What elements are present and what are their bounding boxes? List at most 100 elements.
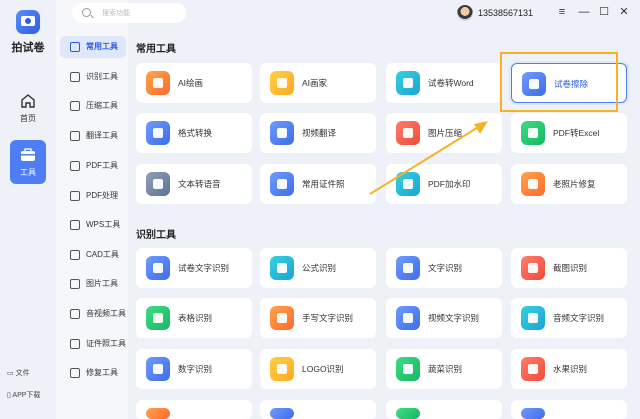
menu-item-pdf-tools[interactable]: PDF工具 [60, 155, 126, 177]
rail-footer-app-download[interactable]: ▯ APP下载 [7, 390, 40, 400]
tool-card-ai-artist[interactable]: AI画家 [260, 63, 376, 103]
maximize-button[interactable]: ☐ [598, 6, 610, 18]
tool-card-label: 手写文字识别 [302, 313, 354, 323]
tool-card-id-photo[interactable]: 常用证件照 [260, 164, 376, 204]
tool-card-label: LOGO识别 [302, 364, 344, 374]
tool-card-video-translate[interactable]: 视频翻译 [260, 113, 376, 153]
menu-item-label: PDF处理 [86, 191, 118, 200]
search-placeholder: 搜索功能 [102, 10, 130, 17]
layers-icon [70, 42, 80, 52]
tool-card-text-to-speech[interactable]: 文本转语音 [136, 164, 252, 204]
tool-card-fruit-ocr[interactable]: 水果识别 [511, 349, 627, 389]
tool-card-old-photo-repair[interactable]: 老照片修复 [511, 164, 627, 204]
section-title-recognition: 识别工具 [136, 230, 176, 241]
tool-card-label: 格式转换 [178, 128, 213, 138]
menu-item-translate-tools[interactable]: 翻译工具 [60, 125, 126, 147]
tool-card-pdf-to-excel[interactable]: PDF转Excel [511, 113, 627, 153]
tool-card-partial [511, 400, 627, 419]
menu-item-label: 修复工具 [86, 368, 118, 377]
tool-card-label: 试卷转Word [428, 78, 474, 88]
fruit-icon [521, 357, 545, 381]
menu-item-label: 常用工具 [86, 42, 118, 51]
word-doc-icon [396, 71, 420, 95]
toolbox-icon [21, 148, 35, 161]
menu-item-av-tools[interactable]: 音视频工具 [60, 303, 126, 325]
menu-item-common-tools[interactable]: 常用工具 [60, 36, 126, 58]
tool-card-number-ocr[interactable]: 数字识别 [136, 349, 252, 389]
menu-item-wps-tools[interactable]: WPS工具 [60, 214, 126, 236]
translate-icon [70, 131, 80, 141]
rail-footer-files[interactable]: ▭ 文件 [7, 368, 30, 378]
artist-icon [270, 71, 294, 95]
menu-item-repair-tools[interactable]: 修复工具 [60, 362, 126, 384]
handwriting-icon [270, 306, 294, 330]
compress-icon [70, 101, 80, 111]
tool-card-label: 截图识别 [553, 263, 588, 273]
palette-icon [146, 71, 170, 95]
section-title-common: 常用工具 [136, 44, 176, 55]
cad-icon [70, 250, 80, 260]
tool-card-paper-ocr[interactable]: 试卷文字识别 [136, 248, 252, 288]
tool-card-format-convert[interactable]: 格式转换 [136, 113, 252, 153]
menu-item-label: PDF工具 [86, 161, 118, 170]
search-input[interactable]: 搜索功能 [72, 3, 186, 23]
menu-item-cad-tools[interactable]: CAD工具 [60, 244, 126, 266]
screenshot-icon [521, 256, 545, 280]
tool-card-paper-to-word[interactable]: 试卷转Word [386, 63, 502, 103]
wps-icon [70, 220, 80, 230]
menu-item-recognition-tools[interactable]: 识别工具 [60, 66, 126, 88]
rail-item-tools[interactable]: 工具 [10, 140, 46, 184]
image-icon [70, 279, 80, 289]
speech-icon [146, 172, 170, 196]
tool-card-text-ocr[interactable]: 文字识别 [386, 248, 502, 288]
rail-footer-app-download-label: APP下载 [12, 392, 41, 399]
tool-card-screenshot-ocr[interactable]: 截图识别 [511, 248, 627, 288]
partial-icon [270, 408, 294, 419]
repair-icon [70, 368, 80, 378]
file-icon: ▭ [7, 370, 14, 377]
user-phone[interactable]: 13538567131 [478, 8, 533, 18]
menu-item-compress-tools[interactable]: 压缩工具 [60, 95, 126, 117]
close-button[interactable]: ✕ [618, 6, 630, 18]
tool-card-label: 文字识别 [428, 263, 463, 273]
tool-card-video-text-ocr[interactable]: 视频文字识别 [386, 298, 502, 338]
tool-card-label: 蔬菜识别 [428, 364, 463, 374]
logo-scan-icon [270, 357, 294, 381]
partial-icon [521, 408, 545, 419]
avatar[interactable] [457, 5, 473, 21]
menu-button[interactable]: ≡ [556, 6, 568, 18]
tool-card-label: AI绘画 [178, 78, 204, 88]
tool-card-label: 视频翻译 [302, 128, 337, 138]
tool-card-vegetable-ocr[interactable]: 蔬菜识别 [386, 349, 502, 389]
tool-card-logo-ocr[interactable]: LOGO识别 [260, 349, 376, 389]
tool-card-ai-painting[interactable]: AI绘画 [136, 63, 252, 103]
vegetable-icon [396, 357, 420, 381]
tool-card-handwriting-ocr[interactable]: 手写文字识别 [260, 298, 376, 338]
excel-icon [521, 121, 545, 145]
tool-card-table-ocr[interactable]: 表格识别 [136, 298, 252, 338]
rail-item-tools-label: 工具 [20, 168, 36, 177]
menu-item-label: 图片工具 [86, 279, 118, 288]
tool-card-audio-text-ocr[interactable]: 音频文字识别 [511, 298, 627, 338]
menu-item-id-photo-tools[interactable]: 证件照工具 [60, 333, 126, 355]
tool-card-label: 表格识别 [178, 313, 213, 323]
partial-icon [396, 408, 420, 419]
minimize-button[interactable]: — [578, 6, 590, 18]
tool-card-label: 常用证件照 [302, 179, 345, 189]
audio-icon [521, 306, 545, 330]
partial-icon [146, 408, 170, 419]
menu-item-label: 压缩工具 [86, 101, 118, 110]
menu-item-pdf-process[interactable]: PDF处理 [60, 185, 126, 207]
menu-item-label: CAD工具 [86, 250, 119, 259]
menu-item-label: 翻译工具 [86, 131, 118, 140]
tool-card-label: 老照片修复 [553, 179, 596, 189]
app-logo [16, 10, 40, 34]
pdf-process-icon [70, 191, 80, 201]
category-menu: 常用工具 识别工具 压缩工具 翻译工具 PDF工具 PDF处理 WPS工具 CA… [56, 0, 128, 419]
tool-card-formula-ocr[interactable]: 公式识别 [260, 248, 376, 288]
rail-item-home[interactable]: 首页 [10, 86, 46, 130]
menu-item-image-tools[interactable]: 图片工具 [60, 273, 126, 295]
tool-card-label: 水果识别 [553, 364, 588, 374]
tool-card-label: 视频文字识别 [428, 313, 480, 323]
tool-card-partial [136, 400, 252, 419]
